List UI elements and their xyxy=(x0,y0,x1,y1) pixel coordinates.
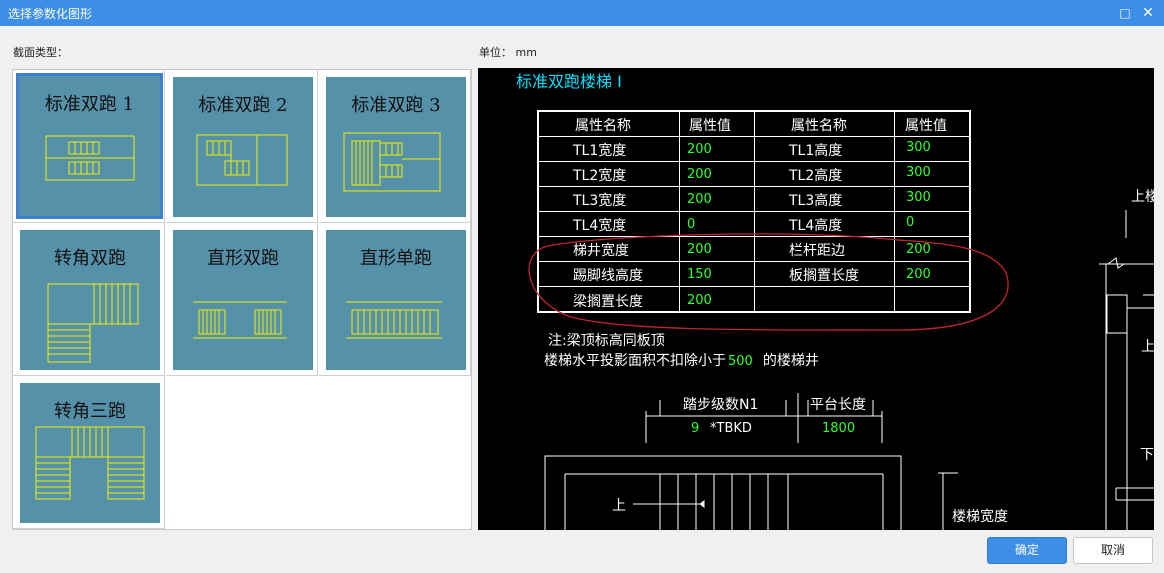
thumbnail-corner-triple[interactable]: 转角三跑 xyxy=(13,376,165,529)
thumbnail-straight-double[interactable]: 直形双跑 xyxy=(166,223,318,376)
maximize-icon[interactable]: □ xyxy=(1115,3,1135,23)
thumbnail-straight-single[interactable]: 直形单跑 xyxy=(319,223,471,376)
thumbnail-tile: 转角双跑 xyxy=(20,230,160,370)
stair-plan-icon xyxy=(35,426,145,500)
thumbnail-standard-double-3[interactable]: 标准双跑 3 xyxy=(319,70,471,223)
thumbnail-tile: 直形单跑 xyxy=(326,230,466,370)
thumbnail-tile: 标准双跑 2 xyxy=(173,77,313,217)
red-annotation-oval xyxy=(528,233,1009,331)
shape-thumbnail-panel: 标准双跑 1 标准双跑 2 标准双跑 3 转角双跑 直形双跑 直形单跑 转角三跑 xyxy=(12,69,472,530)
section-type-label: 截面类型： xyxy=(13,46,68,59)
thumbnail-tile: 标准双跑 1 xyxy=(16,73,163,219)
preview-drawing: 标准双跑楼梯 I 属性名称 属性值 属性名称 属性值 TL1宽度 200 TL1… xyxy=(478,68,1154,530)
close-icon[interactable]: ✕ xyxy=(1138,3,1158,23)
thumbnail-standard-double-2[interactable]: 标准双跑 2 xyxy=(166,70,318,223)
stair-plan-icon xyxy=(193,301,287,339)
title-bar: 选择参数化图形 □ ✕ xyxy=(0,0,1164,26)
unit-label: 单位： mm xyxy=(479,46,537,59)
window-title: 选择参数化图形 xyxy=(8,7,93,21)
thumbnail-tile: 标准双跑 3 xyxy=(326,77,466,217)
thumbnail-tile: 直形双跑 xyxy=(173,230,313,370)
stair-cad-lines xyxy=(528,210,1154,530)
stair-plan-icon xyxy=(346,301,442,339)
stair-plan-icon xyxy=(47,283,139,363)
ok-button[interactable]: 确定 xyxy=(987,537,1067,564)
stair-plan-icon xyxy=(343,132,441,192)
thumbnail-tile: 转角三跑 xyxy=(20,383,160,523)
thumbnail-standard-double-1[interactable]: 标准双跑 1 xyxy=(13,70,165,223)
stair-plan-icon xyxy=(45,135,135,181)
cancel-button[interactable]: 取消 xyxy=(1073,537,1153,564)
stair-plan-icon xyxy=(196,134,288,186)
thumbnail-corner-double[interactable]: 转角双跑 xyxy=(13,223,165,376)
